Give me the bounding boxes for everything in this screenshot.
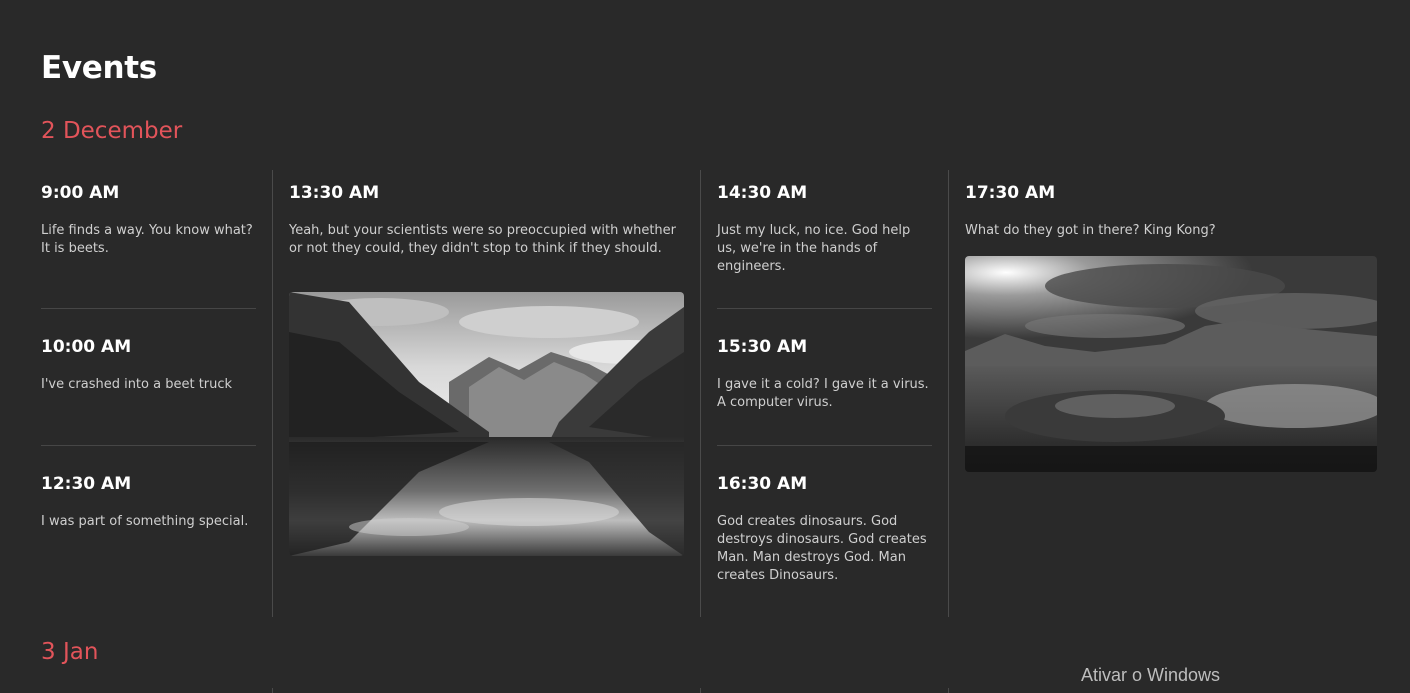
windows-activation-watermark: Ativar o Windows — [1081, 665, 1221, 685]
event-time: 15:30 AM — [717, 337, 808, 357]
event-description: What do they got in there? King Kong? — [965, 223, 1216, 238]
event-time: 12:30 AM — [41, 474, 132, 494]
event-item: 12:30 AM I was part of something special… — [41, 473, 256, 531]
event-item: 14:30 AM Just my luck, no ice. God help … — [717, 182, 932, 276]
event-description: Life finds a way. You know what? It is b… — [41, 223, 253, 256]
event-description: I've crashed into a beet truck — [41, 377, 233, 392]
event-item: 9:00 AM Life finds a way. You know what?… — [41, 182, 256, 258]
mountain-lake-reflection-photo — [289, 292, 684, 556]
column-divider — [948, 688, 949, 693]
date-heading-2-december: 2 December — [41, 118, 183, 144]
event-description: I was part of something special. — [41, 514, 249, 529]
stormy-highlands-photo — [965, 256, 1377, 472]
event-divider — [717, 445, 932, 446]
event-divider — [717, 308, 932, 309]
mountain-lake-image — [289, 292, 684, 556]
column-divider — [948, 170, 949, 617]
event-description: Yeah, but your scientists were so preocc… — [289, 223, 677, 256]
event-column-4: 17:30 AM What do they got in there? King… — [965, 170, 1377, 617]
event-column-1: 9:00 AM Life finds a way. You know what?… — [41, 170, 256, 617]
column-divider — [700, 170, 701, 617]
event-description: Just my luck, no ice. God help us, we're… — [717, 223, 911, 274]
event-item: 13:30 AM Yeah, but your scientists were … — [289, 182, 684, 258]
event-time: 16:30 AM — [717, 474, 808, 494]
event-time: 13:30 AM — [289, 183, 380, 203]
event-time: 9:00 AM — [41, 183, 120, 203]
event-description: God creates dinosaurs. God destroys dino… — [717, 514, 927, 583]
event-time: 14:30 AM — [717, 183, 808, 203]
event-divider — [41, 445, 256, 446]
column-divider — [272, 688, 273, 693]
event-divider — [41, 308, 256, 309]
column-divider — [700, 688, 701, 693]
stormy-highlands-image — [965, 256, 1377, 472]
events-page: Events 2 December 9:00 AM Life finds a w… — [0, 0, 1410, 693]
date-heading-3-jan: 3 Jan — [41, 639, 99, 665]
event-item: 15:30 AM I gave it a cold? I gave it a v… — [717, 336, 932, 412]
event-time: 17:30 AM — [965, 183, 1056, 203]
event-column-3: 14:30 AM Just my luck, no ice. God help … — [717, 170, 932, 617]
page-title: Events — [41, 50, 157, 86]
event-time: 10:00 AM — [41, 337, 132, 357]
event-item: 10:00 AM I've crashed into a beet truck — [41, 336, 256, 394]
event-item: 17:30 AM What do they got in there? King… — [965, 182, 1377, 240]
column-divider — [272, 170, 273, 617]
event-item: 16:30 AM God creates dinosaurs. God dest… — [717, 473, 932, 585]
event-column-2: 13:30 AM Yeah, but your scientists were … — [289, 170, 684, 617]
event-description: I gave it a cold? I gave it a virus. A c… — [717, 377, 929, 410]
